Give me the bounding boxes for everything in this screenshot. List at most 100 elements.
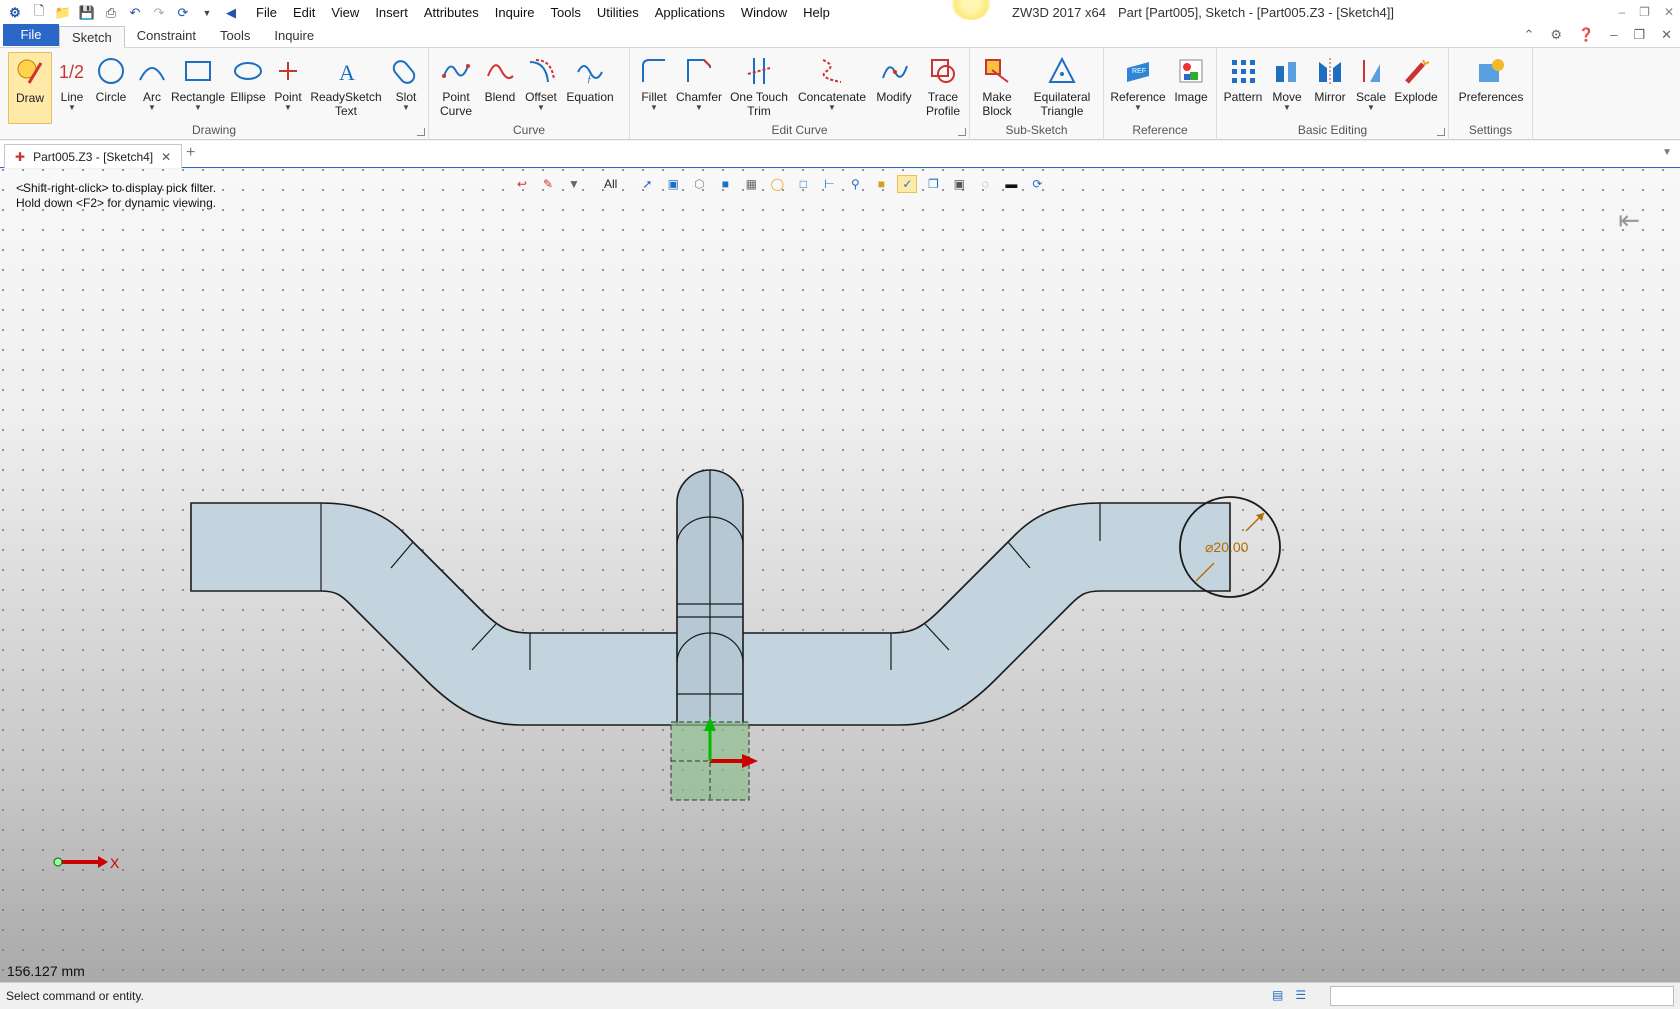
doc-restore-icon[interactable]: ❐ [1633, 27, 1645, 43]
menu-help[interactable]: Help [795, 0, 838, 25]
tab-tools[interactable]: Tools [208, 25, 262, 47]
x-axis-label: X [110, 855, 120, 871]
open-folder-icon[interactable]: 📁 [52, 3, 74, 23]
arc-button[interactable]: Arc ▼ [134, 52, 170, 124]
document-tab-bar: ✚ Part005.Z3 - [Sketch4] ✕ + ▼ [0, 141, 1680, 168]
document-title: Part [Part005], Sketch - [Part005.Z3 - [… [1118, 5, 1395, 20]
origin-marker [670, 717, 758, 801]
point-button[interactable]: Point ▼ [270, 52, 306, 124]
point-curve-button[interactable]: Point Curve [433, 52, 479, 124]
document-tab[interactable]: ✚ Part005.Z3 - [Sketch4] ✕ [4, 144, 183, 168]
explode-button[interactable]: Explode [1391, 52, 1441, 124]
window-controls: – ❐ ✕ [1618, 0, 1674, 25]
title-bar: ⚙ 🗋 📁 💾 ⎙ ↶ ↷ ⟳ ▼ ◀ File Edit View Inser… [0, 0, 1680, 25]
draw-button[interactable]: Draw [8, 52, 52, 124]
command-input[interactable] [1330, 986, 1674, 1006]
customize-dropdown-icon[interactable]: ▼ [196, 3, 218, 23]
rebuild-icon[interactable]: ⟳ [172, 3, 194, 23]
pattern-button[interactable]: Pattern [1221, 52, 1265, 124]
mirror-button[interactable]: Mirror [1309, 52, 1351, 124]
close-icon[interactable]: ✕ [1664, 0, 1674, 25]
basic-editing-launcher-icon[interactable] [1437, 128, 1445, 136]
menu-file[interactable]: File [248, 0, 285, 25]
group-label-sub-sketch: Sub-Sketch [1005, 123, 1068, 137]
add-tab-icon[interactable]: + [186, 144, 195, 162]
file-tab[interactable]: File [3, 24, 59, 46]
tab-close-icon[interactable]: ✕ [161, 146, 171, 168]
tab-inquire[interactable]: Inquire [262, 25, 326, 47]
menu-attributes[interactable]: Attributes [416, 0, 487, 25]
diameter-label[interactable]: ⌀20.00 [1205, 539, 1249, 555]
one-touch-trim-button[interactable]: One Touch Trim [726, 52, 792, 124]
move-button[interactable]: Move ▼ [1267, 52, 1307, 124]
make-block-button[interactable]: Make Block [974, 52, 1020, 124]
menu-utilities[interactable]: Utilities [589, 0, 647, 25]
settings-gear-icon[interactable]: ⚙ [1550, 27, 1562, 43]
menu-applications[interactable]: Applications [647, 0, 733, 25]
circle-button[interactable]: Circle [92, 52, 130, 124]
text-a-icon: A [339, 60, 355, 85]
menu-inquire[interactable]: Inquire [487, 0, 543, 25]
draw-pencil-icon [17, 59, 43, 84]
help-icon[interactable]: ❓ [1578, 27, 1594, 43]
print-icon[interactable]: ⎙ [100, 3, 122, 23]
app-logo-icon[interactable]: ⚙ [4, 3, 26, 23]
readysketch-text-button[interactable]: A ReadySketch Text [308, 52, 384, 124]
image-icon [1179, 59, 1203, 83]
collapse-ribbon-icon[interactable]: ⌃ [1523, 27, 1534, 43]
ribbon-tab-bar: File Sketch Constraint Tools Inquire ⌃ ⚙… [0, 24, 1680, 48]
offset-button[interactable]: Offset ▼ [521, 52, 561, 124]
drawing-launcher-icon[interactable] [417, 128, 425, 136]
scale-button[interactable]: Scale ▼ [1353, 52, 1389, 124]
tab-constraint[interactable]: Constraint [125, 25, 208, 47]
group-label-drawing: Drawing [191, 123, 236, 137]
group-settings: Preferences Settings [1449, 48, 1533, 140]
group-label-curve: Curve [512, 123, 545, 137]
minimize-icon[interactable]: – [1618, 0, 1625, 25]
concatenate-button[interactable]: Concatenate ▼ [794, 52, 870, 124]
modify-button[interactable]: Modify [872, 52, 916, 124]
list-icon[interactable]: ☰ [1295, 988, 1306, 1002]
menu-window[interactable]: Window [733, 0, 795, 25]
blend-button[interactable]: Blend [481, 52, 519, 124]
status-message: Select command or entity. [6, 989, 144, 1003]
group-curve: Point Curve Blend Offset ▼ ƒ Equation Cur… [429, 48, 630, 140]
tab-list-dropdown-icon[interactable]: ▼ [1662, 147, 1672, 158]
save-icon[interactable]: 💾 [76, 3, 98, 23]
layout-icon[interactable]: ▤ [1272, 988, 1283, 1002]
image-button[interactable]: Image [1170, 52, 1212, 124]
reference-button[interactable]: REF Reference ▼ [1108, 52, 1168, 124]
equilateral-triangle-button[interactable]: Equilateral Triangle [1022, 52, 1102, 124]
slot-button[interactable]: Slot ▼ [388, 52, 424, 124]
preferences-button[interactable]: Preferences [1453, 52, 1529, 124]
doc-close-icon[interactable]: ✕ [1661, 27, 1672, 43]
chamfer-button[interactable]: Chamfer ▼ [676, 52, 722, 124]
trace-profile-icon [931, 59, 955, 83]
ellipse-button[interactable]: Ellipse [228, 52, 268, 124]
edit-curve-launcher-icon[interactable] [958, 128, 966, 136]
trace-profile-button[interactable]: Trace Profile [920, 52, 966, 124]
tab-sketch[interactable]: Sketch [59, 26, 125, 48]
blend-icon [487, 64, 514, 79]
quick-access-toolbar: ⚙ 🗋 📁 💾 ⎙ ↶ ↷ ⟳ ▼ ◀ [0, 3, 242, 23]
doc-minimize-icon[interactable]: – [1610, 27, 1617, 43]
menu-tools[interactable]: Tools [543, 0, 589, 25]
equation-button[interactable]: ƒ Equation [563, 52, 617, 124]
fillet-button[interactable]: Fillet ▼ [634, 52, 674, 124]
mirror-icon [1319, 58, 1341, 84]
new-file-icon[interactable]: 🗋 [28, 3, 50, 23]
undo-icon[interactable]: ↶ [124, 3, 146, 23]
back-arrow-icon[interactable]: ◀ [220, 3, 242, 23]
menu-edit[interactable]: Edit [285, 0, 323, 25]
menu-insert[interactable]: Insert [367, 0, 416, 25]
arc-icon [139, 67, 165, 81]
menu-view[interactable]: View [323, 0, 367, 25]
redo-icon[interactable]: ↷ [148, 3, 170, 23]
line-button[interactable]: 1/2 Line ▼ [54, 52, 90, 124]
graphics-viewport[interactable]: ↩ ✎ ▼ All ➚ ▣ ⬡ ■ ▦ ◯ □ ⊢ ⚲ ■ ✓ ❐ ▣ ◌ ▬ … [0, 169, 1680, 982]
rectangle-button[interactable]: Rectangle ▼ [170, 52, 226, 124]
restore-icon[interactable]: ❐ [1639, 0, 1650, 25]
make-block-icon [985, 59, 1009, 83]
offset-icon [529, 59, 555, 83]
group-reference: REF Reference ▼ Image Reference [1104, 48, 1217, 140]
